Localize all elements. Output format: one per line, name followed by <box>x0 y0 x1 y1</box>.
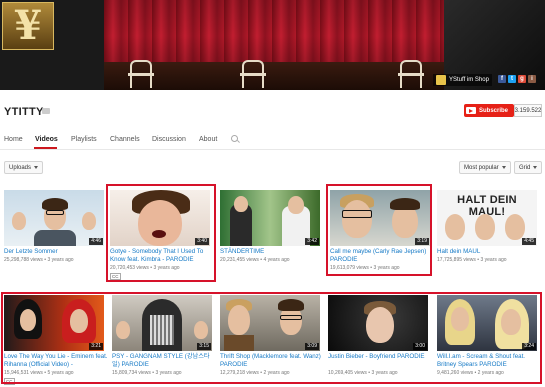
verified-icon <box>42 108 50 114</box>
video-meta: 20,231,455 views • 4 years ago <box>220 257 290 263</box>
twitter-icon[interactable]: t <box>508 75 516 83</box>
video-meta: 25,298,788 views • 3 years ago <box>4 257 74 263</box>
tab-channels[interactable]: Channels <box>110 136 140 143</box>
shop-link[interactable]: YStuff im Shop <box>433 74 492 86</box>
video-title[interactable]: Halt dein MAUL <box>437 248 541 256</box>
video-meta: 17,725,895 views • 3 years ago <box>437 257 507 263</box>
sort-dropdown[interactable]: Most popular <box>459 161 511 174</box>
chevron-down-icon <box>34 166 39 169</box>
tab-discussion[interactable]: Discussion <box>152 136 186 143</box>
youtube-logo-icon <box>466 107 476 114</box>
highlight-box <box>106 184 216 282</box>
channel-tabs: Home Videos Playlists Channels Discussio… <box>0 130 545 150</box>
channel-name[interactable]: YTITTY <box>4 106 44 118</box>
video-thumbnail[interactable]: HALT DEIN MAUL! 4:45 <box>437 190 537 246</box>
uploads-dropdown[interactable]: Uploads <box>4 161 44 174</box>
banner-stage <box>104 62 444 90</box>
subscriber-count: 3.159.522 <box>514 104 542 117</box>
video-duration: 4:46 <box>89 238 103 245</box>
channel-banner: ¥ YStuff im Shop f t g i <box>0 0 545 90</box>
tab-about[interactable]: About <box>199 136 217 143</box>
tab-home[interactable]: Home <box>4 136 23 143</box>
google-plus-icon[interactable]: g <box>518 75 526 83</box>
search-icon[interactable] <box>231 135 238 142</box>
video-duration: 4:45 <box>522 238 536 245</box>
chevron-down-icon <box>533 166 538 169</box>
highlight-box <box>1 292 542 384</box>
video-title[interactable]: STÄNDERTIME <box>220 248 324 256</box>
video-thumbnail[interactable]: 3:42 <box>220 190 320 246</box>
shop-icon <box>436 75 446 85</box>
video-title[interactable]: Der Letzte Sommer <box>4 248 108 256</box>
tab-playlists[interactable]: Playlists <box>71 136 97 143</box>
channel-avatar[interactable]: ¥ <box>2 2 54 50</box>
view-dropdown[interactable]: Grid <box>514 161 543 174</box>
chair-icon <box>398 60 424 88</box>
chair-icon <box>128 60 154 88</box>
tab-videos[interactable]: Videos <box>35 136 58 143</box>
subscribe-button[interactable]: Subscribe <box>464 104 514 117</box>
instagram-icon[interactable]: i <box>528 75 536 83</box>
video-duration: 3:42 <box>305 238 319 245</box>
video-thumbnail[interactable]: 4:46 <box>4 190 104 246</box>
facebook-icon[interactable]: f <box>498 75 506 83</box>
chair-icon <box>240 60 266 88</box>
highlight-box <box>326 184 432 276</box>
active-tab-indicator <box>34 147 57 149</box>
chevron-down-icon <box>501 166 506 169</box>
